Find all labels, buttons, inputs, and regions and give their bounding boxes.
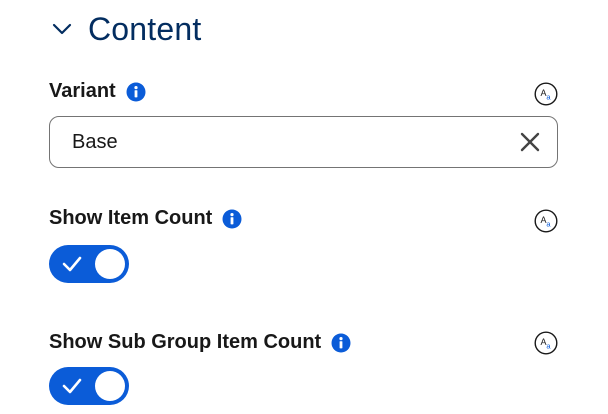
section-header-content[interactable]: Content: [50, 8, 201, 50]
show-item-count-label-row: Show Item Count: [49, 207, 242, 230]
show-sub-group-item-count-toggle[interactable]: [49, 367, 129, 405]
toggle-knob: [95, 249, 125, 279]
variant-label-row: Variant: [49, 80, 146, 103]
translate-icon[interactable]: A a: [534, 331, 558, 355]
variant-value: Base: [72, 130, 118, 153]
info-icon[interactable]: [126, 82, 146, 102]
info-icon[interactable]: [222, 209, 242, 229]
section-title: Content: [88, 10, 202, 47]
info-icon[interactable]: [331, 333, 351, 353]
show-item-count-label: Show Item Count: [49, 207, 213, 229]
check-icon: [62, 378, 82, 394]
show-sub-group-item-count-label-row: Show Sub Group Item Count: [49, 331, 351, 354]
translate-icon[interactable]: A a: [534, 209, 558, 233]
chevron-down-icon: [50, 17, 74, 41]
show-item-count-toggle[interactable]: [49, 245, 129, 283]
variant-label: Variant: [49, 80, 116, 102]
show-sub-group-item-count-label: Show Sub Group Item Count: [49, 331, 322, 353]
toggle-knob: [95, 371, 125, 401]
close-icon[interactable]: [515, 127, 545, 157]
translate-icon[interactable]: A a: [534, 82, 558, 106]
check-icon: [62, 256, 82, 272]
variant-combobox[interactable]: Base: [49, 116, 558, 168]
